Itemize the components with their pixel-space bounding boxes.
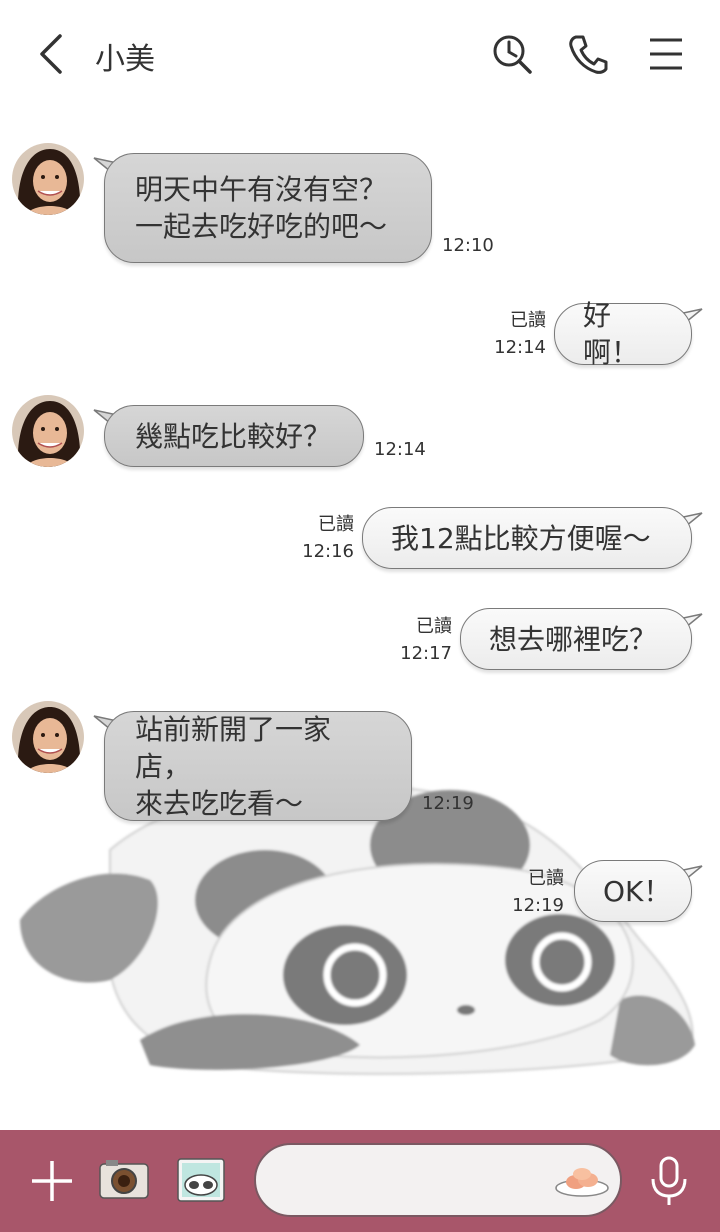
message-text: 我12點比較方便喔～ <box>391 521 651 555</box>
avatar-photo <box>12 143 84 215</box>
message-text: 來去吃吃看～ <box>135 786 304 820</box>
message-time: 12:14 <box>494 337 546 358</box>
plus-icon[interactable] <box>28 1157 76 1205</box>
message-text: 站前新開了一家店， <box>135 712 332 783</box>
avatar[interactable] <box>12 143 84 215</box>
message-text: 幾點吃比較好？ <box>135 419 332 453</box>
message-text: OK！ <box>603 874 672 908</box>
chat-title: 小美 <box>95 42 155 77</box>
camera-icon[interactable] <box>98 1158 150 1202</box>
avatar[interactable] <box>12 395 84 467</box>
avatar-photo <box>12 395 84 467</box>
read-receipt: 已讀 <box>416 616 452 637</box>
sticker-icon[interactable] <box>554 1162 610 1198</box>
message-time: 12:16 <box>302 541 354 562</box>
phone-icon[interactable] <box>566 32 610 76</box>
message-time: 12:10 <box>442 235 494 256</box>
message-bubble[interactable]: 想去哪裡吃？ <box>460 608 692 670</box>
message-time: 12:14 <box>374 439 426 460</box>
message-bubble[interactable]: OK！ <box>574 860 692 922</box>
read-receipt: 已讀 <box>318 514 354 535</box>
message-text: 明天中午有沒有空？ <box>135 173 388 206</box>
avatar[interactable] <box>12 701 84 773</box>
menu-icon[interactable] <box>644 32 688 76</box>
avatar-photo <box>12 701 84 773</box>
photo-icon[interactable] <box>176 1157 226 1203</box>
message-time: 12:19 <box>512 895 564 916</box>
read-receipt: 已讀 <box>528 868 564 889</box>
message-bubble[interactable]: 幾點吃比較好？ <box>104 405 364 467</box>
message-text: 好啊！ <box>583 299 640 369</box>
message-bubble[interactable]: 站前新開了一家店， 來去吃吃看～ <box>104 711 412 821</box>
read-receipt: 已讀 <box>510 310 546 331</box>
message-text: 一起去吃好吃的吧～ <box>135 210 388 243</box>
message-bubble[interactable]: 明天中午有沒有空？ 一起去吃好吃的吧～ <box>104 153 432 263</box>
message-text: 想去哪裡吃？ <box>489 622 658 656</box>
microphone-icon[interactable] <box>648 1155 690 1207</box>
search-history-icon[interactable] <box>490 32 534 76</box>
back-icon[interactable] <box>30 30 74 78</box>
message-time: 12:19 <box>422 793 474 814</box>
message-time: 12:17 <box>400 643 452 664</box>
message-bubble[interactable]: 我12點比較方便喔～ <box>362 507 692 569</box>
chat-header: 小美 <box>0 0 720 108</box>
message-bubble[interactable]: 好啊！ <box>554 299 692 369</box>
